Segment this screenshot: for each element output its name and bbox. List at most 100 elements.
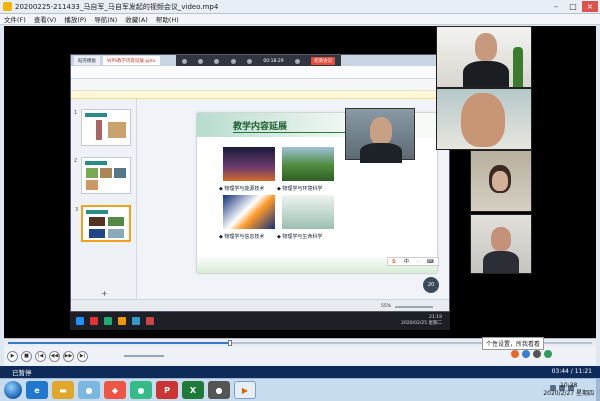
forward-button[interactable]: ▶▶ [63,350,74,362]
ie-icon[interactable]: e [26,381,48,399]
slide-title-underline [233,132,353,133]
participant-tile [470,214,532,274]
zoom-slider [395,306,433,308]
image-life [282,195,334,229]
playback-time: 03:44 / 11:21 [551,368,592,375]
caption-information: ◆ 物理学与信息技术 [219,234,265,240]
stop-button[interactable]: ■ [21,350,32,362]
shared-screen: 稻壳模板 WPS教学内容延展.pptx 00:18:29 结束会议 1 2 3 … [70,54,450,312]
app-icon [146,317,154,325]
player-status-bar: 已暂停 03:44 / 11:21 [0,366,600,378]
ppt-ribbon [71,66,449,79]
excel-icon[interactable]: X [182,381,204,399]
ime-tray-icon[interactable] [522,350,530,358]
video-player-taskbar-button[interactable]: ▶ [234,381,256,399]
app-icon [104,317,112,325]
ime-keyboard-icon: ⌨ [426,258,434,265]
pdf-icon[interactable]: P [156,381,178,399]
participant-tile [436,88,532,150]
image-energy [223,147,275,181]
presenter-video [345,108,415,163]
participant-face [492,171,508,191]
player-app-icon [3,2,12,11]
participant-face [491,227,511,251]
rewind-button[interactable]: ◀◀ [49,350,60,362]
playback-state: 已暂停 [12,369,32,377]
participant-count-badge: 20 [423,277,439,293]
clock-date: 2020/2/27 星期四 [543,390,594,397]
keyboard-tray-icon[interactable] [533,350,541,358]
participant-face [475,33,497,61]
menu-view[interactable]: 查看(V) [34,14,57,24]
next-button[interactable]: ▶| [77,350,88,362]
slide-thumbnail: 2 [74,157,131,194]
ppt-notice-bar [71,91,449,99]
caption-life: ◆ 物理学与生命科学 [277,234,323,240]
participant-tile [470,150,532,212]
window-title: 20200225-211433_马自军_马自军发起的视频会议_video.mp4 [15,2,219,11]
seek-progress [8,342,230,344]
shared-clock-date: 2020/02/25 星期二 [401,321,442,326]
maximize-button[interactable]: □ [565,1,581,12]
input-method-toolbar: S 中 · ⌨ [387,257,439,266]
app-icon[interactable]: ● [130,381,152,399]
share-icon [214,58,220,64]
mic-icon [181,58,187,64]
caption-energy: ◆ 物理学与能源技术 [219,186,265,192]
participant-face [461,93,505,147]
system-clock[interactable]: 10:38 2020/2/27 星期四 [543,382,594,398]
presenter-face [370,117,392,145]
presenter-shirt [360,143,402,163]
window-titlebar: 20200225-211433_马自军_马自军发起的视频会议_video.mp4… [0,0,600,14]
menu-navigate[interactable]: 导航(N) [94,14,117,24]
windows-taskbar: e ▬ ● ◆ ● P X ● ▶ 10:38 2020/2/27 星期四 [0,378,600,401]
show-desktop-button[interactable] [596,379,600,401]
play-button[interactable]: ▶ [7,350,18,362]
menu-help[interactable]: 帮助(H) [156,14,179,24]
record-icon [294,58,300,64]
menu-play[interactable]: 播放(P) [64,14,86,24]
ppt-status-bar: 55% [71,299,449,311]
folder-icon[interactable]: ▬ [52,381,74,399]
ppt-toolbar [71,79,449,91]
tooltip: 个性设置，所我看看 [482,337,545,350]
image-environment [282,147,334,181]
add-slide-icon: + [101,289,108,298]
slide-thumbnail-panel: 1 2 3 + [71,99,137,299]
video-canvas[interactable]: 稻壳模板 WPS教学内容延展.pptx 00:18:29 结束会议 1 2 3 … [4,26,596,338]
shared-screen-taskbar: 21:19 2020/02/25 星期二 [70,312,450,330]
meeting-timer: 00:18:29 [263,58,284,64]
settings-tray-icon[interactable] [544,350,552,358]
thumbnail-number: 1 [74,110,78,116]
members-icon [230,58,236,64]
slide-thumbnail: 1 [74,109,131,146]
menu-favorites[interactable]: 收藏(A) [125,14,148,24]
shared-screen-clock: 21:19 2020/02/25 星期二 [401,315,442,327]
sogou-tray-icon[interactable] [511,350,519,358]
tab-docer-template: 稻壳模板 [74,56,100,65]
ime-punct-icon: · [416,258,419,265]
zoom-level: 55% [380,304,391,309]
sogou-icon: S [392,258,396,265]
app-icon[interactable]: ● [78,381,100,399]
slide-thumbnail-selected: 3 [75,205,131,242]
start-button[interactable] [4,381,22,399]
clock-time: 10:38 [560,382,578,389]
participant-shirt [463,61,509,87]
previous-button[interactable]: |◀ [35,350,46,362]
app-icon[interactable]: ◆ [104,381,126,399]
player-tray-icons [508,350,552,358]
app-icon[interactable]: ● [208,381,230,399]
minimize-button[interactable]: – [548,1,564,12]
caption-environment: ◆ 物理学与环境科学 [277,186,323,192]
menu-bar: 文件(F) 查看(V) 播放(P) 导航(N) 收藏(A) 帮助(H) [0,14,600,25]
app-icon [132,317,140,325]
image-information [223,195,275,229]
plant [513,47,523,87]
menu-file[interactable]: 文件(F) [4,14,26,24]
volume-slider[interactable] [124,355,164,357]
participant-tile [436,26,532,88]
chat-icon [247,58,253,64]
close-button[interactable]: × [582,1,598,12]
camera-icon [198,58,204,64]
